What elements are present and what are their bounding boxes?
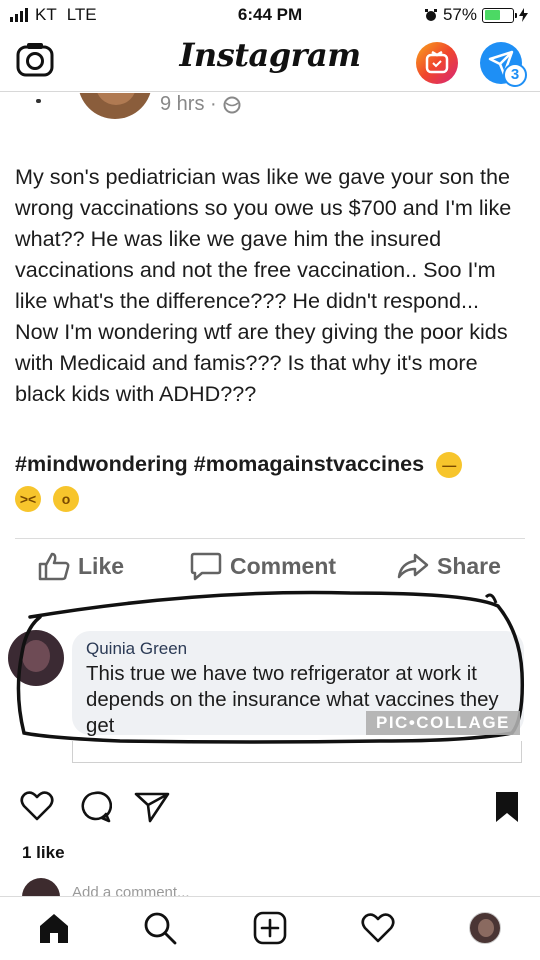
profile-avatar [469, 912, 501, 944]
alarm-icon [424, 9, 437, 21]
comment-icon[interactable] [78, 790, 112, 824]
app-logo: Instagram [179, 36, 361, 74]
charging-bolt-icon [519, 8, 528, 22]
status-bar: KT LTE 6:44 PM 57% [0, 0, 540, 30]
post-image[interactable]: 9 hrs · My son's pediatrician was like w… [0, 93, 540, 775]
add-comment-row[interactable]: Add a comment... [22, 878, 522, 898]
status-right: 57% [424, 5, 528, 25]
activity-heart-icon [361, 913, 395, 943]
bookmark-icon[interactable] [494, 790, 520, 824]
new-post-icon [253, 911, 287, 945]
watermark: PIC•COLLAGE [366, 711, 520, 735]
home-icon [40, 914, 68, 943]
hand-drawn-circle-annotation [16, 590, 525, 744]
bottom-nav [0, 896, 540, 960]
app-header: Instagram 3 [0, 30, 540, 92]
likes-count[interactable]: 1 like [22, 843, 65, 863]
igtv-icon[interactable] [416, 42, 458, 84]
igtv-glyph-icon [425, 50, 449, 74]
nav-profile[interactable] [467, 910, 503, 946]
share-icon[interactable] [134, 790, 170, 824]
ig-post-actions [0, 790, 540, 830]
battery-percent: 57% [442, 5, 477, 24]
search-icon [144, 912, 177, 945]
battery-icon [482, 7, 517, 23]
nav-search[interactable] [142, 910, 178, 946]
user-avatar [22, 878, 60, 898]
heart-icon[interactable] [20, 790, 54, 822]
nav-activity[interactable] [360, 910, 396, 946]
nav-new-post[interactable] [252, 910, 288, 946]
nav-home[interactable] [36, 910, 72, 946]
direct-badge: 3 [503, 63, 527, 87]
